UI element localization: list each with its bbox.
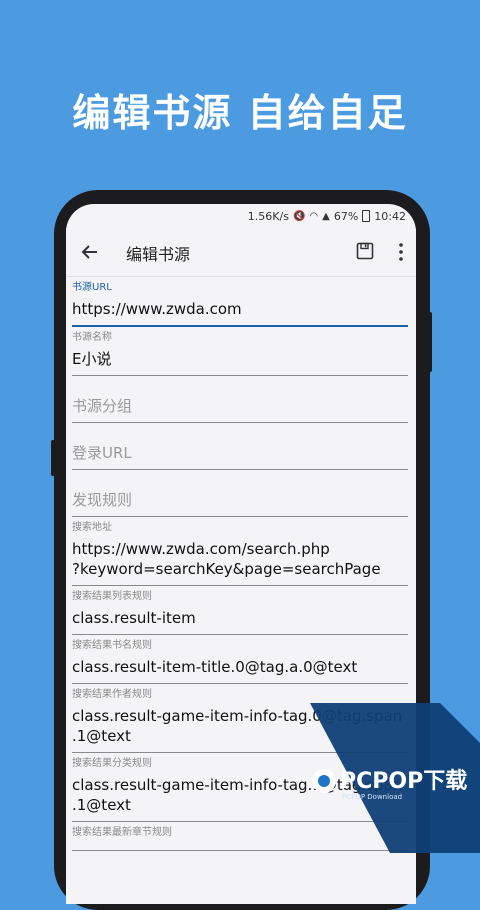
back-arrow-icon[interactable] — [80, 242, 100, 262]
form-field[interactable]: 搜索结果书名规则 class.result-item-title.0@tag.a.… — [72, 635, 408, 684]
field-label: 书源名称 — [72, 332, 112, 343]
field-label: 搜索结果作者规则 — [72, 689, 152, 700]
field-value[interactable]: E小说 — [72, 345, 408, 375]
mute-icon: 🔇 — [292, 210, 306, 222]
form-field[interactable]: 发现规则 — [72, 470, 408, 517]
phone-side-button — [51, 440, 55, 476]
battery-icon — [362, 210, 371, 222]
field-value[interactable]: https://www.zwda.com/search.php ?keyword… — [72, 535, 408, 585]
pcpop-watermark: PCPOP下载 PCPOP Download — [310, 703, 480, 853]
field-placeholder[interactable]: 书源分组 — [72, 376, 408, 422]
save-icon[interactable] — [356, 242, 374, 260]
form-field[interactable]: 书源名称 E小说 — [72, 327, 408, 376]
network-speed: 1.56K/s — [247, 209, 289, 223]
field-label: 搜索结果书名规则 — [72, 640, 152, 651]
field-value[interactable]: https://www.zwda.com — [72, 295, 408, 325]
field-label: 搜索结果列表规则 — [72, 591, 152, 602]
watermark-subtitle: PCPOP Download — [342, 793, 402, 801]
wifi-icon: ◠ — [309, 210, 319, 222]
form-field[interactable]: 搜索结果列表规则 class.result-item — [72, 586, 408, 635]
page-title: 编辑书源 — [126, 245, 191, 264]
field-label: 搜索地址 — [72, 522, 112, 533]
status-bar: 1.56K/s 🔇 ◠ ▲ 67% 10:42 — [66, 204, 416, 228]
clock: 10:42 — [374, 209, 406, 223]
app-bar: 编辑书源 — [66, 228, 416, 277]
field-placeholder[interactable]: 登录URL — [72, 423, 408, 469]
watermark-brand: PCPOP下载 — [340, 768, 467, 794]
phone-side-button — [428, 312, 432, 372]
form-field[interactable]: 书源URL https://www.zwda.com — [72, 277, 408, 327]
field-label: 书源URL — [72, 282, 112, 293]
battery-level: 67% — [333, 209, 359, 223]
field-value[interactable]: class.result-item-title.0@tag.a.0@text — [72, 653, 408, 683]
form-field[interactable]: 书源分组 — [72, 376, 408, 423]
headline: 编辑书源 自给自足 — [72, 91, 408, 135]
field-value[interactable]: class.result-item — [72, 604, 408, 634]
form-field[interactable]: 搜索地址 https://www.zwda.com/search.php ?key… — [72, 517, 408, 586]
field-placeholder[interactable]: 发现规则 — [72, 470, 408, 516]
more-options-icon[interactable] — [398, 242, 404, 262]
form-field[interactable]: 登录URL — [72, 423, 408, 470]
signal-icon: ▲ — [322, 210, 330, 222]
